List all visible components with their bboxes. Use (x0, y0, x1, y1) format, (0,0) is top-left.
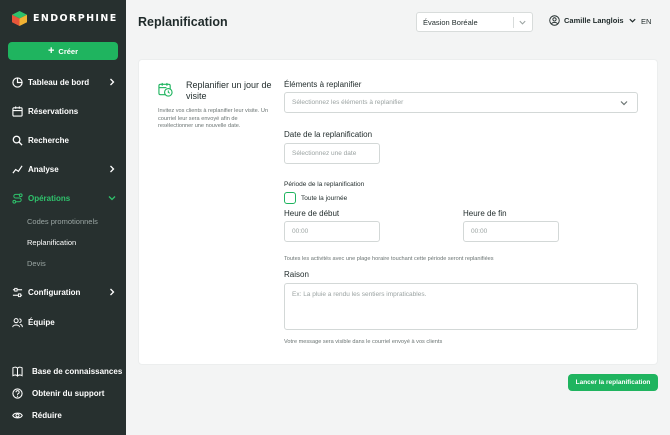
user-menu[interactable]: Camille Langlois (549, 15, 637, 26)
sliders-icon (12, 287, 23, 297)
organization-select-value: Évasion Boréale (423, 17, 478, 27)
eye-icon (12, 412, 23, 418)
reason-textarea[interactable]: Ex: La pluie a rendu les sentiers imprat… (284, 283, 638, 330)
language-switch[interactable]: EN (641, 17, 651, 26)
sidebar-item-configuration[interactable]: Configuration (0, 284, 126, 300)
sidebar-item-search[interactable]: Recherche (0, 132, 126, 148)
sidebar-item-label: Tableau de bord (28, 77, 90, 87)
chevron-right-icon (110, 78, 115, 86)
plus-icon: + (47, 44, 55, 57)
sidebar-item-label: Équipe (28, 317, 55, 327)
sidebar-item-analytics[interactable]: Analyse (0, 161, 126, 177)
end-time-input[interactable]: 00:00 (463, 221, 559, 242)
sidebar-item-label: Analyse (28, 164, 59, 174)
logo-icon (12, 11, 27, 26)
organization-select[interactable]: Évasion Boréale (416, 12, 533, 32)
elements-select-placeholder: Sélectionnez les éléments à replanifier (292, 99, 404, 106)
all-day-label[interactable]: Toute la journée (301, 195, 347, 202)
launch-rescheduling-button[interactable]: Lancer la replanification (568, 374, 658, 391)
date-input-placeholder: Sélectionnez une date (292, 150, 357, 157)
reason-label: Raison (284, 270, 309, 279)
start-time-input[interactable]: 00:00 (284, 221, 380, 242)
chevron-right-icon (110, 288, 115, 296)
date-label: Date de la replanification (284, 130, 373, 139)
search-icon (12, 135, 23, 146)
chevron-down-icon (628, 18, 636, 23)
route-icon (12, 192, 23, 204)
elements-select[interactable]: Sélectionnez les éléments à replanifier (284, 92, 638, 113)
select-divider (513, 17, 514, 28)
sidebar-item-team[interactable]: Équipe (0, 314, 126, 330)
chevron-down-icon (108, 196, 116, 201)
sidebar-item-label: Recherche (28, 135, 69, 145)
elements-label: Éléments à replanifier (284, 80, 362, 89)
brand-logo[interactable]: ENDORPHINE (12, 11, 118, 26)
chevron-down-icon (519, 20, 526, 25)
start-time-value: 00:00 (292, 228, 309, 235)
reason-placeholder: Ex: La pluie a rendu les sentiers imprat… (292, 291, 427, 298)
sidebar-item-label: Base de connaissances (32, 366, 123, 376)
pie-chart-icon (12, 76, 23, 88)
sidebar-item-label: Réservations (28, 106, 79, 116)
sidebar-item-dashboard[interactable]: Tableau de bord (0, 74, 126, 90)
all-day-checkbox[interactable] (284, 192, 296, 204)
end-time-label: Heure de fin (463, 209, 507, 218)
chevron-down-icon (620, 101, 628, 106)
create-button-label: Créer (58, 46, 79, 56)
sidebar-item-label: Réduire (32, 410, 62, 420)
end-time-value: 00:00 (471, 228, 488, 235)
sidebar-item-label: Obtenir du support (32, 388, 105, 398)
page-title: Replanification (138, 15, 228, 29)
users-icon (12, 317, 23, 327)
section-description: Invitez vos clients à replanifier leur v… (158, 108, 269, 129)
sidebar-collapse[interactable]: Réduire (0, 407, 126, 423)
reason-hint: Votre message sera visible dans le courr… (284, 339, 443, 345)
start-time-label: Heure de début (284, 209, 340, 218)
sidebar-support[interactable]: Obtenir du support (0, 385, 126, 401)
user-circle-icon (549, 15, 560, 26)
sidebar-item-reservations[interactable]: Réservations (0, 103, 126, 119)
book-icon (12, 366, 23, 377)
sidebar-subitem-rescheduling[interactable]: Replanification (27, 238, 76, 247)
chart-icon (12, 165, 23, 174)
calendar-clock-icon (158, 82, 173, 97)
brand-name: ENDORPHINE (33, 13, 118, 24)
create-button[interactable]: + Créer (8, 42, 118, 60)
period-hint: Toutes les activités avec une plage hora… (284, 256, 494, 262)
sidebar-knowledge-base[interactable]: Base de connaissances (0, 363, 126, 379)
sidebar-item-operations[interactable]: Opérations (0, 190, 126, 206)
chevron-right-icon (110, 165, 115, 173)
user-name: Camille Langlois (564, 16, 624, 25)
help-icon (12, 387, 23, 399)
period-label: Période de la replanification (284, 181, 365, 188)
date-input[interactable]: Sélectionnez une date (284, 143, 380, 164)
calendar-icon (12, 105, 23, 117)
section-title: Replanifier un jour de visite (186, 80, 272, 101)
sidebar-item-label: Configuration (28, 287, 81, 297)
sidebar-subitem-promo-codes[interactable]: Codes promotionnels (27, 217, 98, 226)
sidebar: ENDORPHINE + Créer Tableau de bord Réser… (0, 0, 126, 435)
sidebar-subitem-quotes[interactable]: Devis (27, 259, 46, 268)
sidebar-item-label: Opérations (28, 193, 71, 203)
